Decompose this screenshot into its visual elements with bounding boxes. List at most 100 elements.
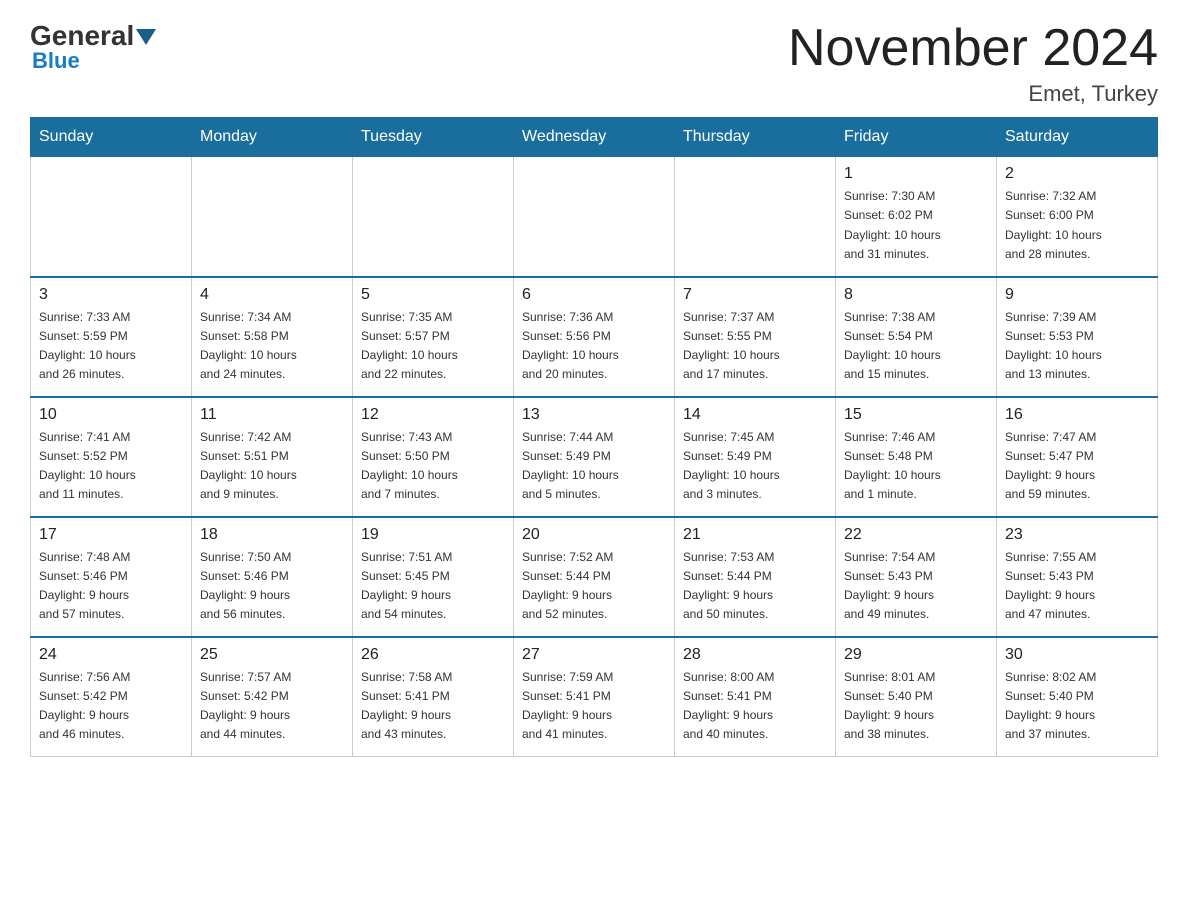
day-number: 14: [683, 406, 827, 424]
calendar-week-2: 3 Sunrise: 7:33 AM Sunset: 5:59 PM Daylig…: [31, 277, 1158, 397]
logo-blue-text: Blue: [32, 48, 80, 74]
calendar-cell: [31, 157, 192, 277]
day-info: Sunrise: 7:35 AM Sunset: 5:57 PM Dayligh…: [361, 308, 505, 385]
day-info: Sunrise: 7:48 AM Sunset: 5:46 PM Dayligh…: [39, 548, 183, 625]
calendar-cell: 15 Sunrise: 7:46 AM Sunset: 5:48 PM Dayli…: [836, 397, 997, 517]
logo-arrow-icon: [136, 29, 156, 45]
day-number: 23: [1005, 526, 1149, 544]
day-number: 22: [844, 526, 988, 544]
calendar-cell: 13 Sunrise: 7:44 AM Sunset: 5:49 PM Dayli…: [514, 397, 675, 517]
day-info: Sunrise: 8:00 AM Sunset: 5:41 PM Dayligh…: [683, 668, 827, 745]
calendar-cell: 7 Sunrise: 7:37 AM Sunset: 5:55 PM Daylig…: [675, 277, 836, 397]
day-info: Sunrise: 7:32 AM Sunset: 6:00 PM Dayligh…: [1005, 187, 1149, 264]
day-number: 11: [200, 406, 344, 424]
day-info: Sunrise: 7:39 AM Sunset: 5:53 PM Dayligh…: [1005, 308, 1149, 385]
day-info: Sunrise: 7:43 AM Sunset: 5:50 PM Dayligh…: [361, 428, 505, 505]
day-info: Sunrise: 7:36 AM Sunset: 5:56 PM Dayligh…: [522, 308, 666, 385]
day-info: Sunrise: 8:01 AM Sunset: 5:40 PM Dayligh…: [844, 668, 988, 745]
calendar-cell: 20Sunrise: 7:52 AM Sunset: 5:44 PM Dayli…: [514, 517, 675, 637]
calendar-cell: [353, 157, 514, 277]
day-number: 10: [39, 406, 183, 424]
day-info: Sunrise: 7:41 AM Sunset: 5:52 PM Dayligh…: [39, 428, 183, 505]
calendar-header-row: SundayMondayTuesdayWednesdayThursdayFrid…: [31, 118, 1158, 157]
calendar-cell: 19Sunrise: 7:51 AM Sunset: 5:45 PM Dayli…: [353, 517, 514, 637]
day-number: 19: [361, 526, 505, 544]
day-number: 4: [200, 286, 344, 304]
day-number: 24: [39, 646, 183, 664]
day-number: 30: [1005, 646, 1149, 664]
day-number: 7: [683, 286, 827, 304]
calendar-week-1: 1 Sunrise: 7:30 AM Sunset: 6:02 PM Daylig…: [31, 157, 1158, 277]
calendar-cell: 22 Sunrise: 7:54 AM Sunset: 5:43 PM Dayli…: [836, 517, 997, 637]
day-header-sunday: Sunday: [31, 118, 192, 157]
day-number: 28: [683, 646, 827, 664]
day-info: Sunrise: 7:30 AM Sunset: 6:02 PM Dayligh…: [844, 187, 988, 264]
calendar-cell: 17 Sunrise: 7:48 AM Sunset: 5:46 PM Dayli…: [31, 517, 192, 637]
month-title: November 2024: [788, 20, 1158, 77]
day-number: 3: [39, 286, 183, 304]
calendar-week-3: 10 Sunrise: 7:41 AM Sunset: 5:52 PM Dayli…: [31, 397, 1158, 517]
calendar-table: SundayMondayTuesdayWednesdayThursdayFrid…: [30, 117, 1158, 757]
day-number: 17: [39, 526, 183, 544]
day-info: Sunrise: 7:58 AM Sunset: 5:41 PM Dayligh…: [361, 668, 505, 745]
day-header-thursday: Thursday: [675, 118, 836, 157]
calendar-week-4: 17 Sunrise: 7:48 AM Sunset: 5:46 PM Dayli…: [31, 517, 1158, 637]
calendar-cell: [192, 157, 353, 277]
day-info: Sunrise: 7:46 AM Sunset: 5:48 PM Dayligh…: [844, 428, 988, 505]
calendar-cell: 2 Sunrise: 7:32 AM Sunset: 6:00 PM Daylig…: [997, 157, 1158, 277]
calendar-cell: 10 Sunrise: 7:41 AM Sunset: 5:52 PM Dayli…: [31, 397, 192, 517]
calendar-cell: 9Sunrise: 7:39 AM Sunset: 5:53 PM Daylig…: [997, 277, 1158, 397]
day-info: Sunrise: 7:34 AM Sunset: 5:58 PM Dayligh…: [200, 308, 344, 385]
calendar-cell: 4 Sunrise: 7:34 AM Sunset: 5:58 PM Daylig…: [192, 277, 353, 397]
title-block: November 2024 Emet, Turkey: [788, 20, 1158, 107]
day-info: Sunrise: 7:57 AM Sunset: 5:42 PM Dayligh…: [200, 668, 344, 745]
calendar-cell: 29 Sunrise: 8:01 AM Sunset: 5:40 PM Dayli…: [836, 637, 997, 757]
day-info: Sunrise: 7:37 AM Sunset: 5:55 PM Dayligh…: [683, 308, 827, 385]
calendar-cell: 3 Sunrise: 7:33 AM Sunset: 5:59 PM Daylig…: [31, 277, 192, 397]
calendar-cell: 11 Sunrise: 7:42 AM Sunset: 5:51 PM Dayli…: [192, 397, 353, 517]
day-number: 1: [844, 165, 988, 183]
day-info: Sunrise: 7:44 AM Sunset: 5:49 PM Dayligh…: [522, 428, 666, 505]
day-number: 15: [844, 406, 988, 424]
location-text: Emet, Turkey: [788, 81, 1158, 107]
day-header-tuesday: Tuesday: [353, 118, 514, 157]
calendar-cell: 8 Sunrise: 7:38 AM Sunset: 5:54 PM Daylig…: [836, 277, 997, 397]
calendar-cell: 12Sunrise: 7:43 AM Sunset: 5:50 PM Dayli…: [353, 397, 514, 517]
day-header-monday: Monday: [192, 118, 353, 157]
day-number: 27: [522, 646, 666, 664]
day-number: 26: [361, 646, 505, 664]
day-number: 13: [522, 406, 666, 424]
day-info: Sunrise: 7:38 AM Sunset: 5:54 PM Dayligh…: [844, 308, 988, 385]
day-number: 8: [844, 286, 988, 304]
day-info: Sunrise: 8:02 AM Sunset: 5:40 PM Dayligh…: [1005, 668, 1149, 745]
day-info: Sunrise: 7:53 AM Sunset: 5:44 PM Dayligh…: [683, 548, 827, 625]
calendar-cell: 26 Sunrise: 7:58 AM Sunset: 5:41 PM Dayli…: [353, 637, 514, 757]
day-info: Sunrise: 7:54 AM Sunset: 5:43 PM Dayligh…: [844, 548, 988, 625]
day-number: 5: [361, 286, 505, 304]
day-info: Sunrise: 7:59 AM Sunset: 5:41 PM Dayligh…: [522, 668, 666, 745]
logo: General Blue: [30, 20, 156, 74]
day-number: 2: [1005, 165, 1149, 183]
day-number: 16: [1005, 406, 1149, 424]
day-number: 29: [844, 646, 988, 664]
calendar-cell: 14Sunrise: 7:45 AM Sunset: 5:49 PM Dayli…: [675, 397, 836, 517]
calendar-cell: 25 Sunrise: 7:57 AM Sunset: 5:42 PM Dayli…: [192, 637, 353, 757]
day-number: 25: [200, 646, 344, 664]
day-header-wednesday: Wednesday: [514, 118, 675, 157]
day-number: 6: [522, 286, 666, 304]
day-info: Sunrise: 7:52 AM Sunset: 5:44 PM Dayligh…: [522, 548, 666, 625]
calendar-cell: 1 Sunrise: 7:30 AM Sunset: 6:02 PM Daylig…: [836, 157, 997, 277]
day-info: Sunrise: 7:55 AM Sunset: 5:43 PM Dayligh…: [1005, 548, 1149, 625]
day-info: Sunrise: 7:42 AM Sunset: 5:51 PM Dayligh…: [200, 428, 344, 505]
calendar-week-5: 24Sunrise: 7:56 AM Sunset: 5:42 PM Dayli…: [31, 637, 1158, 757]
day-info: Sunrise: 7:33 AM Sunset: 5:59 PM Dayligh…: [39, 308, 183, 385]
calendar-cell: 5 Sunrise: 7:35 AM Sunset: 5:57 PM Daylig…: [353, 277, 514, 397]
calendar-cell: 6 Sunrise: 7:36 AM Sunset: 5:56 PM Daylig…: [514, 277, 675, 397]
day-number: 18: [200, 526, 344, 544]
calendar-cell: 27 Sunrise: 7:59 AM Sunset: 5:41 PM Dayli…: [514, 637, 675, 757]
page-header: General Blue November 2024 Emet, Turkey: [30, 20, 1158, 107]
day-info: Sunrise: 7:47 AM Sunset: 5:47 PM Dayligh…: [1005, 428, 1149, 505]
day-info: Sunrise: 7:50 AM Sunset: 5:46 PM Dayligh…: [200, 548, 344, 625]
calendar-cell: 23 Sunrise: 7:55 AM Sunset: 5:43 PM Dayli…: [997, 517, 1158, 637]
calendar-cell: 30 Sunrise: 8:02 AM Sunset: 5:40 PM Dayli…: [997, 637, 1158, 757]
